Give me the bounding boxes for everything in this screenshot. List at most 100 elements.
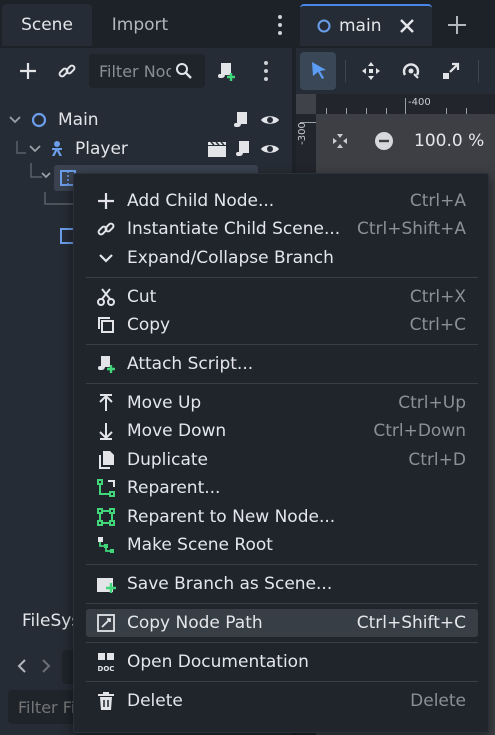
add-node-button[interactable]	[14, 58, 42, 84]
kebab-menu-icon	[264, 58, 268, 84]
ruler-top-label: -400	[408, 97, 431, 108]
clapperboard-icon[interactable]	[207, 140, 227, 158]
attach-script-button[interactable]	[213, 58, 241, 84]
menu-item-make-scene-root[interactable]: Make Scene Root	[86, 531, 478, 559]
menu-item-duplicate[interactable]: Duplicate Ctrl+D	[86, 446, 478, 474]
scene-root-icon	[98, 537, 114, 553]
chevron-down-icon	[9, 116, 21, 124]
reparent-icon	[97, 479, 115, 497]
svg-text:DOC: DOC	[98, 665, 115, 672]
menu-separator	[86, 383, 478, 384]
script-add-icon	[218, 63, 235, 81]
zoom-out-icon[interactable]	[374, 131, 394, 151]
menu-item-shortcut: Ctrl+A	[409, 191, 466, 211]
menu-item-add-child-node[interactable]: Add Child Node... Ctrl+A	[86, 187, 478, 215]
chevron-right-icon[interactable]	[40, 658, 52, 674]
ruler-tick	[405, 98, 406, 114]
menu-item-copy-node-path[interactable]: Copy Node Path Ctrl+Shift+C	[86, 609, 478, 637]
tab-main[interactable]: main	[300, 4, 432, 46]
menu-item-reparent[interactable]: Reparent...	[86, 474, 478, 502]
link-icon	[97, 222, 115, 236]
close-icon[interactable]	[399, 18, 415, 34]
visibility-icon[interactable]	[260, 140, 280, 158]
center-view-icon[interactable]	[330, 131, 350, 151]
link-icon	[58, 64, 76, 78]
ruler-tick	[466, 108, 467, 114]
tree-label-main: Main	[58, 110, 99, 130]
menu-item-label: Copy	[127, 315, 171, 335]
arrow-down-icon	[99, 423, 113, 440]
move-tool-icon[interactable]	[361, 61, 381, 81]
menu-item-shortcut: Ctrl+Shift+A	[356, 219, 466, 239]
tree-branch-line	[44, 192, 74, 205]
ruler-corner	[296, 94, 316, 114]
filter-nodes-field[interactable]	[89, 54, 205, 88]
reparent-new-icon	[97, 508, 115, 526]
toolbar-divider	[345, 60, 346, 82]
pointer-icon	[312, 62, 326, 79]
ruler-tick	[386, 108, 387, 114]
ruler-left-label: -300	[296, 122, 308, 145]
menu-item-open-documentation[interactable]: DOC Open Documentation	[86, 648, 478, 676]
scene-options-button[interactable]	[256, 58, 276, 84]
scale-tool-icon[interactable]	[441, 61, 461, 81]
node-icon	[31, 112, 47, 128]
menu-separator	[86, 277, 478, 278]
menu-item-cut[interactable]: Cut Ctrl+X	[86, 283, 478, 311]
copy-path-icon	[97, 614, 115, 632]
tree-row-player[interactable]: Player	[16, 135, 128, 163]
search-icon	[176, 63, 192, 79]
menu-item-attach-script[interactable]: Attach Script...	[86, 350, 478, 378]
menu-separator	[86, 564, 478, 565]
script-icon[interactable]	[234, 139, 254, 159]
chevron-down-icon	[99, 254, 113, 263]
menu-item-delete[interactable]: Delete Delete	[86, 687, 478, 715]
script-icon[interactable]	[232, 110, 252, 130]
menu-separator	[86, 603, 478, 604]
tab-import[interactable]: Import	[95, 4, 185, 46]
menu-item-shortcut: Ctrl+X	[409, 287, 466, 307]
menu-item-expand-collapse[interactable]: Expand/Collapse Branch	[86, 244, 478, 272]
menu-item-move-up[interactable]: Move Up Ctrl+Up	[86, 389, 478, 417]
tab-scene[interactable]: Scene	[2, 4, 92, 46]
rotate-tool-icon[interactable]	[401, 61, 421, 81]
ruler-tick	[326, 108, 327, 114]
character-icon	[52, 141, 62, 156]
tree-label-player: Player	[75, 139, 128, 159]
tree-row-main[interactable]: Main	[8, 106, 99, 134]
chevron-down-icon	[41, 172, 51, 179]
menu-separator	[86, 681, 478, 682]
tab-main-label: main	[339, 16, 382, 36]
zoom-level[interactable]: 100.0 %	[414, 131, 484, 151]
filter-nodes-input[interactable]	[99, 60, 171, 82]
kebab-menu-icon	[272, 12, 288, 38]
menu-item-label: Delete	[127, 691, 183, 711]
visibility-icon[interactable]	[260, 111, 280, 129]
menu-item-label: Make Scene Root	[127, 535, 273, 555]
add-icon	[20, 63, 36, 79]
ruler-tick	[446, 108, 447, 114]
copy-icon	[98, 317, 114, 333]
menu-item-shortcut: Ctrl+C	[409, 315, 466, 335]
menu-item-label: Attach Script...	[127, 354, 254, 374]
menu-item-move-down[interactable]: Move Down Ctrl+Down	[86, 417, 478, 445]
menu-item-label: Reparent...	[127, 478, 221, 498]
menu-item-instantiate-child-scene[interactable]: Instantiate Child Scene... Ctrl+Shift+A	[86, 215, 478, 243]
menu-item-shortcut: Ctrl+Shift+C	[356, 613, 466, 633]
add-tab-icon[interactable]	[447, 15, 467, 35]
menu-item-label: Instantiate Child Scene...	[127, 219, 341, 239]
menu-item-shortcut: Ctrl+D	[408, 450, 466, 470]
menu-item-shortcut: Delete	[410, 691, 466, 711]
scene-dock-tabs: Scene Import	[0, 0, 292, 48]
instance-scene-button[interactable]	[53, 58, 81, 84]
select-tool-button[interactable]	[300, 52, 336, 90]
menu-item-save-branch-as-scene[interactable]: Save Branch as Scene...	[86, 570, 478, 598]
menu-item-copy[interactable]: Copy Ctrl+C	[86, 311, 478, 339]
menu-item-shortcut: Ctrl+Down	[373, 421, 466, 441]
ruler-tick	[346, 108, 347, 114]
dock-menu-button[interactable]	[272, 12, 288, 38]
menu-item-reparent-to-new-node[interactable]: Reparent to New Node...	[86, 503, 478, 531]
menu-item-label: Expand/Collapse Branch	[127, 248, 334, 268]
duplicate-icon	[99, 451, 114, 469]
chevron-left-icon[interactable]	[16, 658, 28, 674]
